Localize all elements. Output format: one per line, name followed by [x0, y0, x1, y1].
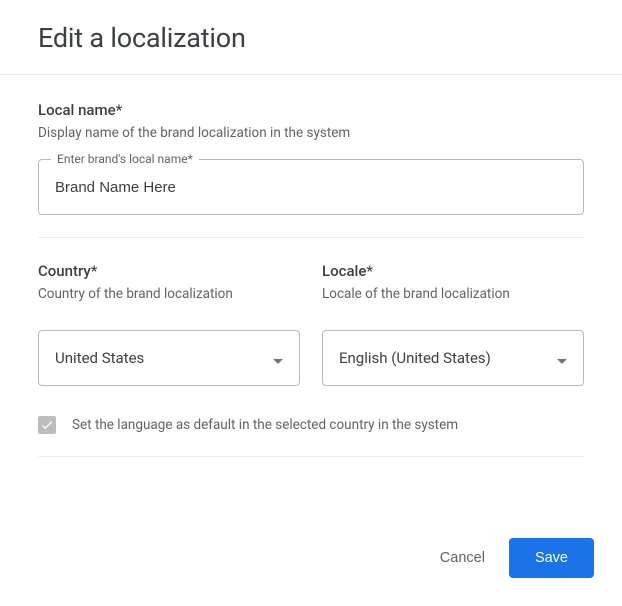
locale-section: Locale* Locale of the brand localization… — [322, 262, 584, 386]
check-icon — [40, 418, 54, 432]
local-name-input[interactable] — [55, 179, 567, 196]
country-locale-row: Country* Country of the brand localizati… — [38, 262, 584, 386]
chevron-down-icon — [273, 349, 283, 368]
edit-localization-dialog: Edit a localization Local name* Display … — [0, 0, 622, 606]
country-hint: Country of the brand localization — [38, 286, 300, 302]
country-label: Country* — [38, 262, 300, 280]
local-name-section: Local name* Display name of the brand lo… — [38, 101, 584, 215]
country-section: Country* Country of the brand localizati… — [38, 262, 300, 386]
section-divider-2 — [38, 456, 584, 457]
locale-hint: Locale of the brand localization — [322, 286, 584, 302]
country-select[interactable]: United States — [38, 330, 300, 386]
locale-label: Locale* — [322, 262, 584, 280]
default-language-label: Set the language as default in the selec… — [72, 417, 458, 433]
local-name-field[interactable]: Enter brand's local name* — [38, 159, 584, 215]
default-language-row[interactable]: Set the language as default in the selec… — [38, 416, 584, 434]
country-value: United States — [55, 349, 273, 367]
section-divider-1 — [38, 237, 584, 238]
cancel-button[interactable]: Cancel — [436, 540, 489, 576]
dialog-header: Edit a localization — [0, 0, 622, 74]
local-name-hint: Display name of the brand localization i… — [38, 125, 584, 141]
default-language-checkbox[interactable] — [38, 416, 56, 434]
local-name-label: Local name* — [38, 101, 584, 119]
locale-select[interactable]: English (United States) — [322, 330, 584, 386]
dialog-body: Local name* Display name of the brand lo… — [0, 75, 622, 538]
dialog-title: Edit a localization — [38, 22, 584, 54]
dialog-footer: Cancel Save — [0, 538, 622, 606]
local-name-floating-label: Enter brand's local name* — [51, 152, 199, 166]
save-button[interactable]: Save — [509, 538, 594, 578]
locale-value: English (United States) — [339, 349, 557, 367]
chevron-down-icon — [557, 349, 567, 368]
